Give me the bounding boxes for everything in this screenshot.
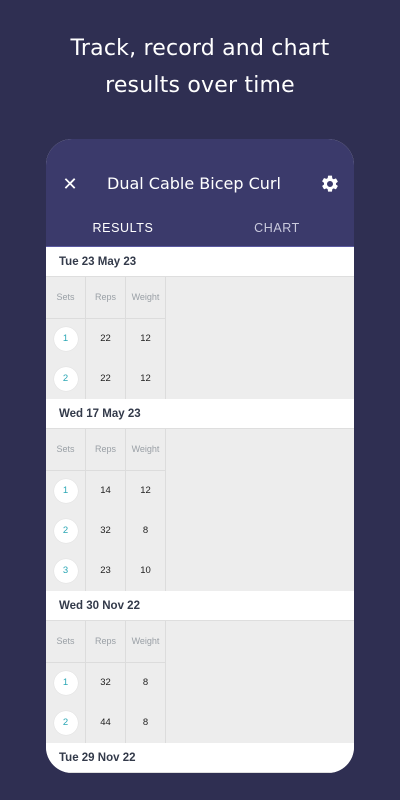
reps-value: 32: [86, 663, 126, 703]
weight-value: 10: [126, 551, 166, 591]
sets-column-header: Sets: [46, 277, 86, 318]
reps-value: 22: [86, 319, 126, 359]
weight-value: 8: [126, 663, 166, 703]
tab-chart[interactable]: CHART: [200, 217, 354, 247]
tab-results-label: RESULTS: [92, 221, 154, 235]
weight-column-header: Weight: [126, 621, 166, 662]
session-table: Sets Reps Weight 1 22 12 2 22 12: [46, 277, 354, 399]
headline-line-2: results over time: [105, 73, 295, 98]
app-bar: ✕ Dual Cable Bicep Curl RESULTS CHART: [46, 139, 354, 248]
set-number-badge: 2: [53, 711, 78, 735]
session-date-header: Wed 17 May 23: [46, 399, 354, 429]
column-header-row: Sets Reps Weight: [46, 621, 354, 662]
weight-value: 12: [126, 471, 166, 511]
sets-column-header: Sets: [46, 429, 86, 470]
set-number-badge: 1: [53, 479, 78, 503]
column-header-row: Sets Reps Weight: [46, 429, 354, 470]
set-row[interactable]: 2 44 8: [46, 703, 166, 743]
reps-value: 22: [86, 359, 126, 399]
weight-value: 8: [126, 703, 166, 743]
weight-value: 8: [126, 511, 166, 551]
set-row[interactable]: 1 22 12: [46, 319, 166, 359]
set-rows: 1 32 8 2 44 8: [46, 662, 166, 743]
phone-screen: ✕ Dual Cable Bicep Curl RESULTS CHART Tu…: [46, 139, 354, 773]
results-list[interactable]: Tue 23 May 23 Sets Reps Weight 1 22 12 2…: [46, 247, 354, 773]
sets-column-header: Sets: [46, 621, 86, 662]
set-row[interactable]: 1 32 8: [46, 663, 166, 703]
weight-value: 12: [126, 319, 166, 359]
set-number-badge: 2: [53, 519, 78, 543]
set-number-badge: 2: [53, 367, 78, 391]
session-table: Sets Reps Weight 1 14 12 2 32 8 3 23 10: [46, 429, 354, 591]
session-date-header: Tue 29 Nov 22: [46, 743, 354, 773]
reps-value: 23: [86, 551, 126, 591]
weight-column-header: Weight: [126, 277, 166, 318]
tab-chart-label: CHART: [254, 221, 300, 235]
set-number-badge: 1: [53, 327, 78, 351]
tab-bar: RESULTS CHART: [46, 217, 354, 248]
headline-line-1: Track, record and chart: [70, 36, 330, 61]
session-table: Sets Reps Weight 1 32 8 2 44 8: [46, 621, 354, 743]
reps-value: 44: [86, 703, 126, 743]
session-date-header: Wed 30 Nov 22: [46, 591, 354, 621]
set-row[interactable]: 1 14 12: [46, 471, 166, 511]
set-row[interactable]: 3 23 10: [46, 551, 166, 591]
weight-column-header: Weight: [126, 429, 166, 470]
tab-results[interactable]: RESULTS: [46, 217, 200, 248]
set-row[interactable]: 2 32 8: [46, 511, 166, 551]
set-number-badge: 3: [53, 559, 78, 583]
promo-headline: Track, record and chart results over tim…: [0, 30, 400, 104]
set-rows: 1 14 12 2 32 8 3 23 10: [46, 470, 166, 591]
reps-value: 32: [86, 511, 126, 551]
set-rows: 1 22 12 2 22 12: [46, 318, 166, 399]
column-header-row: Sets Reps Weight: [46, 277, 354, 318]
reps-column-header: Reps: [86, 621, 126, 662]
session-date-header: Tue 23 May 23: [46, 247, 354, 277]
reps-column-header: Reps: [86, 277, 126, 318]
set-row[interactable]: 2 22 12: [46, 359, 166, 399]
weight-value: 12: [126, 359, 166, 399]
close-icon[interactable]: ✕: [60, 173, 80, 197]
exercise-title: Dual Cable Bicep Curl: [107, 174, 281, 193]
reps-column-header: Reps: [86, 429, 126, 470]
reps-value: 14: [86, 471, 126, 511]
gear-icon[interactable]: [320, 174, 340, 194]
set-number-badge: 1: [53, 671, 78, 695]
